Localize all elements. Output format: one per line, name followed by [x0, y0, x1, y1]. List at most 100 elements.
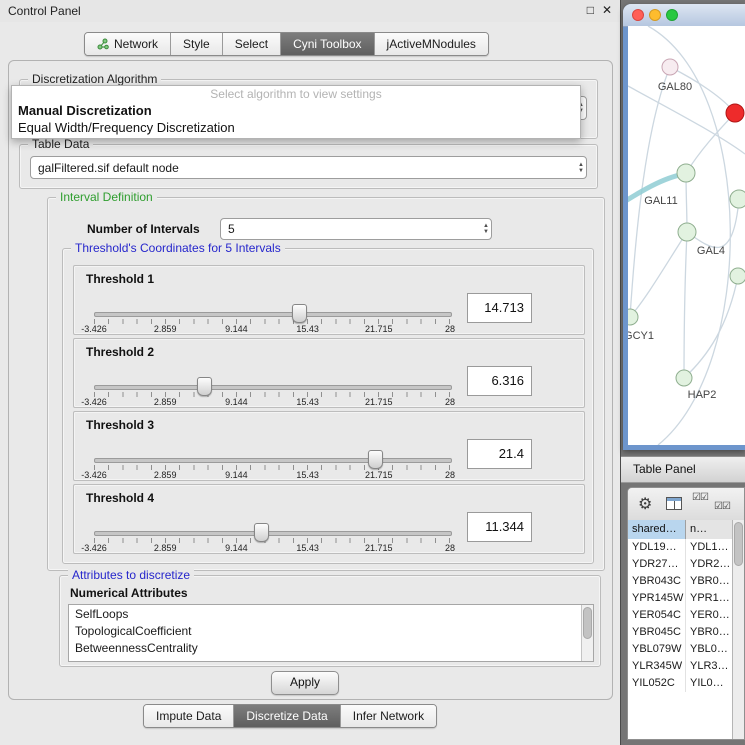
threshold-2-slider-thumb[interactable] — [197, 377, 212, 396]
algorithm-dropdown-popup: Select algorithm to view settings Manual… — [11, 85, 581, 139]
node-hap2[interactable] — [676, 370, 692, 386]
table-toolbar: ⚙ ☑☑ ☑☑ — [628, 488, 744, 521]
slider-track[interactable] — [94, 385, 452, 390]
table-row[interactable]: YIL052CYIL0… — [628, 675, 734, 692]
number-of-intervals-label: Number of Intervals — [87, 222, 200, 236]
threshold-4-slider[interactable]: -3.426 2.859 9.144 15.43 21.715 28 — [94, 521, 450, 551]
control-panel-titlebar: Control Panel □ ✕ — [0, 0, 620, 22]
table-data-group-title: Table Data — [28, 137, 93, 151]
cyni-bottom-tabs: Impute Data Discretize Data Infer Networ… — [143, 704, 437, 728]
list-scrollbar-thumb[interactable] — [583, 607, 592, 639]
interval-definition-group-title: Interval Definition — [56, 190, 157, 204]
tab-impute-data[interactable]: Impute Data — [144, 705, 234, 727]
list-item[interactable]: BetweennessCentrality — [69, 639, 593, 656]
gear-icon[interactable]: ⚙ — [638, 494, 652, 514]
node-selected-red[interactable] — [726, 104, 744, 122]
threshold-1-panel: Threshold 1 -3.426 2.859 9.144 15.43 21.… — [73, 265, 585, 335]
tab-network[interactable]: Network — [85, 33, 171, 55]
table-row[interactable]: YLR345WYLR3… — [628, 658, 734, 675]
threshold-3-panel: Threshold 3 -3.426 2.859 9.144 15.43 21.… — [73, 411, 585, 481]
slider-track[interactable] — [94, 531, 452, 536]
threshold-4-panel: Threshold 4 -3.426 2.859 9.144 15.43 21.… — [73, 484, 585, 554]
table-scrollbar-thumb[interactable] — [734, 522, 743, 566]
close-icon[interactable]: ✕ — [602, 3, 612, 17]
list-item[interactable]: TopologicalCoefficient — [69, 622, 593, 639]
node-gal11[interactable] — [677, 164, 695, 182]
select-all-checkboxes-icon[interactable]: ☑☑ — [692, 492, 708, 503]
threshold-3-slider-thumb[interactable] — [368, 450, 383, 469]
table-row[interactable]: YDL19…YDL1… — [628, 539, 734, 556]
minimize-traffic-light-icon[interactable] — [649, 9, 661, 21]
table-row[interactable]: YDR27…YDR2… — [628, 556, 734, 573]
threshold-3-value-field[interactable]: 21.4 — [467, 439, 532, 469]
node-gal80[interactable] — [662, 59, 678, 75]
node-gal4[interactable] — [678, 223, 696, 241]
number-of-intervals-value: 5 — [228, 222, 235, 236]
node-label-hap2: HAP2 — [688, 389, 717, 401]
threshold-2-panel: Threshold 2 -3.426 2.859 9.144 15.43 21.… — [73, 338, 585, 408]
numerical-attributes-label: Numerical Attributes — [70, 586, 188, 600]
select-none-checkboxes-icon[interactable]: ☑☑ — [714, 501, 730, 512]
network-canvas[interactable]: GAL80 GAL11 GAL4 GCY1 HAP2 — [628, 26, 745, 445]
algorithm-option-manual[interactable]: Manual Discretization — [12, 102, 580, 119]
thresholds-group-title: Threshold's Coordinates for 5 Intervals — [71, 241, 285, 255]
threshold-2-slider[interactable]: -3.426 2.859 9.144 15.43 21.715 28 — [94, 375, 450, 405]
zoom-traffic-light-icon[interactable] — [666, 9, 678, 21]
table-data-group: Table Data galFiltered.sif default node … — [19, 144, 598, 189]
slider-track[interactable] — [94, 458, 452, 463]
control-panel-tabs: Network Style Select Cyni Toolbox jActiv… — [84, 32, 489, 56]
table-row[interactable]: YBR045CYBR0… — [628, 624, 734, 641]
table-panel-title: Table Panel — [621, 457, 745, 482]
combo-stepper-icon: ▲ ▼ — [578, 162, 584, 174]
slider-track[interactable] — [94, 312, 452, 317]
node-label-gcy1: GCY1 — [628, 330, 654, 342]
table-data-combobox[interactable]: galFiltered.sif default node ▲ ▼ — [30, 156, 587, 179]
apply-button[interactable]: Apply — [271, 671, 339, 695]
table-row[interactable]: YER054CYER0… — [628, 607, 734, 624]
numerical-attributes-list[interactable]: SelfLoops TopologicalCoefficient Between… — [68, 604, 594, 662]
list-item[interactable]: SelfLoops — [69, 605, 593, 622]
threshold-4-slider-thumb[interactable] — [254, 523, 269, 542]
tab-infer-network[interactable]: Infer Network — [341, 705, 436, 727]
cyni-toolbox-panel: Discretization Algorithm ▲ ▼ Select algo… — [8, 60, 613, 700]
table-row[interactable]: YBL079WYBL0… — [628, 641, 734, 658]
discretization-algorithm-group-title: Discretization Algorithm — [28, 72, 161, 86]
algorithm-option-equal-width[interactable]: Equal Width/Frequency Discretization — [12, 119, 580, 136]
number-of-intervals-combobox[interactable]: 5 ▲ ▼ — [220, 218, 492, 240]
threshold-2-value-field[interactable]: 6.316 — [467, 366, 532, 396]
tab-jactivemnodules[interactable]: jActiveMNodules — [375, 33, 488, 55]
table-row[interactable]: YPR145WYPR1… — [628, 590, 734, 607]
threshold-1-slider-thumb[interactable] — [292, 304, 307, 323]
tab-select[interactable]: Select — [223, 33, 281, 55]
window-title: Control Panel — [8, 4, 81, 18]
thresholds-group: Threshold's Coordinates for 5 Intervals … — [62, 248, 594, 564]
tab-discretize-data[interactable]: Discretize Data — [234, 705, 340, 727]
node-label-gal4: GAL4 — [697, 245, 725, 257]
node-label-gal80: GAL80 — [658, 81, 692, 93]
column-header-name[interactable]: n… — [686, 520, 736, 539]
threshold-4-value-field[interactable]: 11.344 — [467, 512, 532, 542]
close-traffic-light-icon[interactable] — [632, 9, 644, 21]
node-partial-right-2[interactable] — [730, 268, 745, 284]
threshold-3-slider[interactable]: -3.426 2.859 9.144 15.43 21.715 28 — [94, 448, 450, 478]
tab-cyni-toolbox[interactable]: Cyni Toolbox — [281, 33, 374, 55]
node-gcy1[interactable] — [628, 309, 638, 325]
network-tab-icon — [97, 38, 109, 50]
network-window-titlebar — [623, 4, 745, 27]
algorithm-dropdown-placeholder: Select algorithm to view settings — [12, 86, 580, 102]
float-window-icon[interactable]: □ — [587, 3, 594, 17]
column-browser-icon[interactable] — [666, 497, 682, 510]
table-row[interactable]: YBR043CYBR0… — [628, 573, 734, 590]
combo-stepper-icon: ▲ ▼ — [483, 223, 489, 235]
node-label-gal11: GAL11 — [644, 195, 677, 207]
tab-style[interactable]: Style — [171, 33, 223, 55]
table-panel-window: ⚙ ☑☑ ☑☑ shared… n… YDL19…YDL1… YDR27…YDR… — [627, 487, 745, 740]
list-scrollbar[interactable] — [581, 605, 593, 661]
threshold-1-slider[interactable]: -3.426 2.859 9.144 15.43 21.715 28 — [94, 302, 450, 332]
node-partial-right[interactable] — [730, 190, 745, 208]
attributes-group: Attributes to discretize Numerical Attri… — [59, 575, 601, 667]
table-panel-bar: Table Panel — [621, 456, 745, 483]
threshold-1-value-field[interactable]: 14.713 — [467, 293, 532, 323]
column-header-shared-name[interactable]: shared… — [628, 520, 686, 539]
table-scrollbar[interactable] — [732, 520, 744, 739]
